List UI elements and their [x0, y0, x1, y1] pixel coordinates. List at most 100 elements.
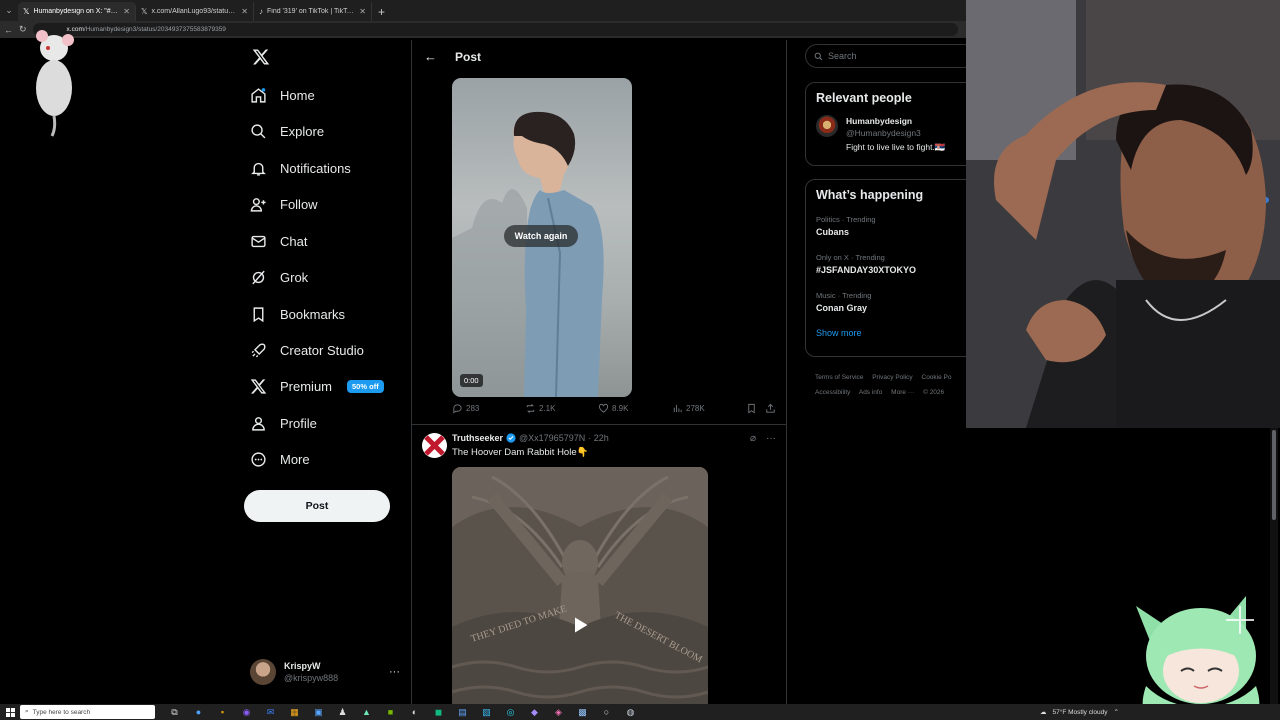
trend-item[interactable]: Politics · Trending Cubans — [806, 202, 968, 238]
browser-tab[interactable]: ♪ Find '319' on TikTok | TikTok Search ✕ — [254, 2, 372, 21]
footer-link[interactable]: Privacy Policy — [872, 374, 912, 381]
nav-label: Follow — [280, 196, 318, 212]
footer-link[interactable]: Ads info — [859, 389, 883, 396]
nav-label: Bookmarks — [280, 306, 346, 322]
taskbar-search-input[interactable]: ⌕ Type here to search — [20, 705, 155, 719]
views-button[interactable]: 278K — [672, 403, 705, 414]
nav-item-creator-studio[interactable]: Creator Studio — [250, 337, 364, 363]
footer-link[interactable]: More ··· — [891, 389, 914, 396]
show-more-link[interactable]: Show more — [806, 314, 968, 348]
nav-item-bookmarks[interactable]: Bookmarks — [250, 301, 345, 327]
trend-context: Music · Trending — [816, 291, 872, 300]
steam-icon[interactable]: ◍ — [621, 704, 640, 720]
app-icon[interactable]: ◐ — [405, 704, 424, 720]
mail-icon — [251, 235, 266, 247]
search-input[interactable]: Search — [805, 44, 968, 68]
reload-icon[interactable]: ↻ — [19, 24, 27, 35]
app-icon[interactable]: ■ — [381, 704, 400, 720]
nav-item-grok[interactable]: Grok — [250, 264, 308, 290]
app-icon[interactable]: ▧ — [477, 704, 496, 720]
bookmark-icon — [253, 306, 264, 322]
share-icon — [766, 403, 775, 413]
nav-item-profile[interactable]: Profile — [250, 410, 317, 436]
like-count: 8.9K — [612, 404, 629, 413]
video-player[interactable]: THEY DIED TO MAKE THE DESERT BLOOM — [452, 467, 708, 720]
search-icon — [814, 52, 823, 60]
card-title: What’s happening — [816, 188, 924, 202]
nav-item-home[interactable]: Home — [250, 82, 315, 108]
like-button[interactable]: 8.9K — [598, 403, 628, 414]
app-icon[interactable]: ▣ — [309, 704, 328, 720]
grok-icon — [252, 270, 265, 284]
repost-button[interactable]: 2.1K — [525, 403, 555, 414]
nav-label: Notifications — [280, 160, 351, 176]
footer-link[interactable]: Cookie Po — [922, 374, 952, 381]
nav-label: Profile — [280, 415, 317, 431]
url-field[interactable]: x.com/Humanbydesign3/status/203493737558… — [32, 23, 958, 36]
nav-item-premium[interactable]: Premium 50% off — [250, 373, 384, 399]
trend-item[interactable]: Music · Trending Conan Gray — [806, 276, 968, 314]
trend-item[interactable]: Only on X · Trending #JSFANDAY30XTOKYO — [806, 238, 968, 276]
grok-icon[interactable]: ⌀ — [750, 433, 756, 444]
post-button[interactable]: Post — [244, 490, 390, 522]
nav-item-notifications[interactable]: Notifications — [250, 155, 351, 181]
app-icon[interactable]: ◎ — [501, 704, 520, 720]
more-dots-icon[interactable]: ··· — [766, 433, 776, 444]
back-arrow-icon[interactable]: ← — [424, 49, 437, 64]
browser-tab[interactable]: 𝕏 x.com/AllanLugo93/status/20352 ✕ — [136, 2, 254, 21]
app-icon[interactable]: ▦ — [285, 704, 304, 720]
tab-close-icon[interactable]: ✕ — [359, 7, 366, 16]
account-switcher[interactable]: KrispyW @krispyw888 ··· — [250, 658, 400, 686]
relevant-person[interactable]: Humanbydesign @Humanbydesign3 Fight to l… — [806, 105, 968, 153]
task-view-icon[interactable]: ⧉ — [165, 704, 184, 720]
tab-title: Find '319' on TikTok | TikTok Search — [267, 8, 355, 15]
avatar[interactable] — [422, 433, 447, 458]
post-menu: ⌀ ··· — [750, 433, 776, 444]
tab-close-icon[interactable]: ✕ — [241, 7, 248, 16]
tab-close-icon[interactable]: ✕ — [123, 7, 130, 16]
play-icon[interactable] — [570, 615, 590, 635]
system-tray: ☁ 57°F Mostly cloudy ⌃ — [1040, 704, 1119, 720]
x-logo-icon[interactable] — [252, 48, 270, 66]
watch-again-button[interactable]: Watch again — [504, 225, 578, 247]
more-dots-icon[interactable]: ··· — [389, 666, 400, 678]
nav-item-explore[interactable]: Explore — [250, 118, 324, 144]
nav-item-more[interactable]: More — [250, 446, 310, 472]
footer-link[interactable]: Accessibility — [815, 389, 850, 396]
follow-icon — [250, 197, 266, 212]
nav-label: Creator Studio — [280, 342, 364, 358]
back-icon[interactable]: ← — [4, 25, 13, 35]
app-icon[interactable]: ▪ — [213, 704, 232, 720]
trend-name: Cubans — [816, 227, 850, 237]
tab-list-icon[interactable]: ⌄ — [0, 0, 18, 21]
tiktok-favicon-icon: ♪ — [259, 7, 263, 16]
reply-button[interactable]: 283 — [452, 403, 479, 414]
rat-mascot-overlay — [36, 30, 74, 137]
app-icon[interactable]: ◈ — [549, 704, 568, 720]
app-icon[interactable]: ○ — [597, 704, 616, 720]
video-player[interactable]: Watch again 0:00 — [452, 78, 632, 397]
app-icon[interactable]: ▩ — [573, 704, 592, 720]
author-handle[interactable]: @Xx17965797N — [519, 433, 585, 443]
nav-item-follow[interactable]: Follow — [250, 191, 318, 217]
chevron-up-icon[interactable]: ⌃ — [1113, 708, 1118, 716]
weather-text[interactable]: 57°F Mostly cloudy — [1053, 709, 1108, 716]
windows-taskbar: ⌕ Type here to search ⧉ ● ▪ ◉ ✉ ▦ ▣ ♟ ▲ … — [0, 704, 1280, 720]
app-icon[interactable]: ◆ — [525, 704, 544, 720]
app-icon[interactable]: ✉ — [261, 704, 280, 720]
bookmark-button[interactable] — [746, 403, 757, 414]
start-button[interactable] — [0, 704, 20, 720]
share-button[interactable] — [765, 403, 776, 414]
app-icon[interactable]: ▤ — [453, 704, 472, 720]
app-icon[interactable]: ◉ — [237, 704, 256, 720]
nav-item-chat[interactable]: Chat — [250, 228, 307, 254]
new-tab-button[interactable]: + — [372, 2, 391, 21]
app-icon[interactable]: ◼ — [429, 704, 448, 720]
app-icon[interactable]: ♟ — [333, 704, 352, 720]
app-icon[interactable]: ● — [189, 704, 208, 720]
footer-link[interactable]: Terms of Service — [815, 374, 863, 381]
app-icon[interactable]: ▲ — [357, 704, 376, 720]
nav-label: Chat — [280, 233, 308, 249]
scrollbar-thumb[interactable] — [1272, 430, 1276, 520]
author-name[interactable]: Truthseeker — [452, 433, 503, 443]
